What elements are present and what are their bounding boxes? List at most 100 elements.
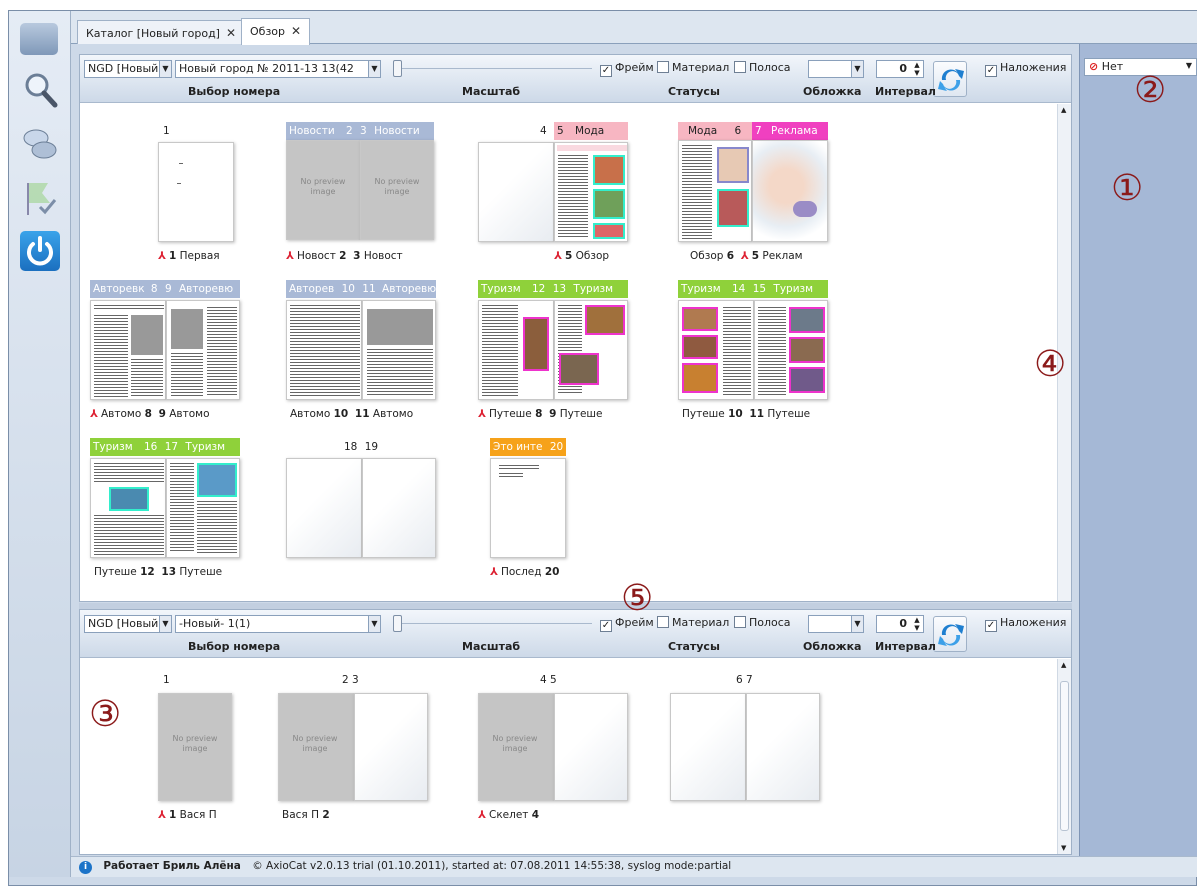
page-thumbnail[interactable] (752, 140, 828, 242)
refresh-button[interactable] (933, 61, 967, 97)
page-thumbnail[interactable] (286, 300, 362, 400)
chevron-down-icon[interactable]: ▼ (368, 61, 380, 77)
refresh-button[interactable] (933, 616, 967, 652)
page-thumbnail[interactable] (678, 300, 754, 400)
checkbox-box[interactable] (657, 61, 669, 73)
slider-knob[interactable] (393, 615, 402, 632)
page-thumbnail[interactable] (90, 458, 166, 558)
pdf-icon[interactable]: ⅄ (741, 250, 749, 262)
page-thumbnail[interactable]: No preview image (478, 693, 554, 801)
vertical-scrollbar[interactable]: ▲ ▼ (1057, 659, 1071, 854)
checkbox-box[interactable] (734, 61, 746, 73)
pdf-icon[interactable]: ⅄ (490, 566, 498, 578)
chevron-down-icon[interactable]: ▼ (159, 61, 171, 77)
page-thumbnail[interactable] (490, 458, 566, 558)
pdf-icon[interactable]: ⅄ (478, 809, 486, 821)
scroll-up-icon[interactable]: ▲ (1061, 661, 1066, 669)
pdf-icon[interactable]: ⅄ (90, 408, 98, 420)
issue-select[interactable]: -Новый- 1(1) ▼ (175, 615, 381, 633)
page-thumbnail[interactable] (354, 693, 428, 801)
chevron-down-icon[interactable]: ▼ (159, 616, 171, 632)
close-icon[interactable]: ✕ (291, 24, 301, 38)
scroll-up-icon[interactable]: ▲ (1061, 106, 1066, 114)
page-thumbnail[interactable] (554, 693, 628, 801)
catalog-icon[interactable] (20, 23, 58, 55)
page-thumbnail[interactable] (286, 458, 362, 558)
close-icon[interactable]: ✕ (226, 26, 236, 40)
page-thumbnail[interactable] (478, 300, 554, 400)
pdf-icon[interactable]: ⅄ (158, 250, 166, 262)
scroll-down-icon[interactable]: ▼ (1061, 844, 1066, 852)
spread-1[interactable]: 1 No preview image ⅄ 1 Вася П (158, 671, 238, 841)
scroll-thumb[interactable] (1060, 681, 1069, 831)
chat-icon[interactable] (20, 124, 60, 164)
page-thumbnail[interactable] (746, 693, 820, 801)
status-select[interactable]: ▼ (808, 615, 864, 633)
page-thumbnail[interactable] (554, 300, 628, 400)
page-thumbnail[interactable] (90, 300, 166, 400)
spread-10-11[interactable]: Авторев 10 11 Авторевю Автомо 10 11 Авто… (286, 280, 438, 430)
status-select[interactable]: ▼ (808, 60, 864, 78)
strip-checkbox[interactable]: Полоса (734, 616, 791, 629)
page-thumbnail[interactable] (166, 458, 240, 558)
pdf-icon[interactable]: ⅄ (158, 809, 166, 821)
page-thumbnail[interactable] (478, 142, 554, 242)
pdf-icon[interactable]: ⅄ (478, 408, 486, 420)
interval-spinner[interactable]: 0 ▲ ▼ (876, 60, 924, 78)
chevron-down-icon[interactable]: ▼ (1186, 61, 1192, 70)
page-thumbnail[interactable]: No preview image (360, 140, 434, 240)
page-thumbnail[interactable] (670, 693, 746, 801)
slider-knob[interactable] (393, 60, 402, 77)
spread-8-9[interactable]: Авторевк 8 9 Авторевю ⅄Автомо 8 9 Автом (90, 280, 242, 430)
chevron-down-icon[interactable]: ▼ (368, 616, 380, 632)
search-icon[interactable] (20, 69, 60, 109)
page-thumbnail[interactable]: No preview image (278, 693, 354, 801)
checkbox-box[interactable]: ✓ (600, 65, 612, 77)
tab-catalog[interactable]: Каталог [Новый город] ✕ (77, 20, 246, 44)
spread-2-3[interactable]: Новости 2 3 Новости No preview image No … (286, 122, 436, 272)
edition-select[interactable]: NGD [Новый г ▼ (84, 615, 172, 633)
page-thumbnail[interactable] (166, 300, 240, 400)
spin-arrows-icon[interactable]: ▲ ▼ (911, 61, 923, 77)
page-thumbnail[interactable] (362, 300, 436, 400)
interval-spinner[interactable]: 0 ▲ ▼ (876, 615, 924, 633)
checkbox-box[interactable]: ✓ (985, 620, 997, 632)
tab-overview[interactable]: Обзор ✕ (241, 18, 311, 45)
chevron-down-icon[interactable]: ▼ (851, 616, 863, 632)
checkbox-box[interactable] (657, 616, 669, 628)
spread-1[interactable]: 1 ⅄ 1 Первая (158, 122, 238, 272)
frame-checkbox[interactable]: ✓ Фрейм (600, 61, 654, 77)
checkbox-box[interactable]: ✓ (985, 65, 997, 77)
page-thumbnail[interactable]: No preview image (286, 140, 360, 240)
edition-select[interactable]: NGD [Новый г ▼ (84, 60, 172, 78)
pdf-icon[interactable]: ⅄ (554, 250, 562, 262)
issue-select[interactable]: Новый город № 2011-13 13(42 ▼ (175, 60, 381, 78)
spread-18-19[interactable]: 18 19 (286, 438, 438, 588)
power-icon[interactable] (20, 231, 60, 271)
spread-20[interactable]: Это инте 20 ⅄ Послед 20 (490, 438, 570, 588)
material-checkbox[interactable]: Материал (657, 61, 729, 74)
spread-4-5[interactable]: 4 5 Мода ⅄ 5 Обзор (478, 122, 630, 272)
spin-arrows-icon[interactable]: ▲ ▼ (911, 616, 923, 632)
overlays-checkbox[interactable]: ✓ Наложения (985, 61, 1066, 77)
checkbox-box[interactable]: ✓ (600, 620, 612, 632)
overlays-checkbox[interactable]: ✓ Наложения (985, 616, 1066, 632)
spread-12-13[interactable]: Туризм 12 13 Туризм ⅄ Путеше 8 9 Путеше (478, 280, 630, 430)
pdf-icon[interactable]: ⅄ (286, 250, 294, 262)
page-thumbnail[interactable] (678, 140, 752, 242)
slider-track[interactable] (402, 68, 592, 69)
strip-checkbox[interactable]: Полоса (734, 61, 791, 74)
page-thumbnail[interactable] (362, 458, 436, 558)
spread-14-15[interactable]: Туризм 14 15 Туризм Путеше 10 11 Путеше (678, 280, 830, 430)
page-thumbnail[interactable] (754, 300, 828, 400)
spread-16-17[interactable]: Туризм 16 17 Туризм Путеше 12 13 Путеше (90, 438, 242, 588)
page-thumbnail[interactable] (554, 142, 628, 242)
page-thumbnail[interactable]: No preview image (158, 693, 232, 801)
chevron-down-icon[interactable]: ▼ (851, 61, 863, 77)
scale-slider[interactable] (393, 615, 593, 633)
spread-4-5[interactable]: 4 5 No preview image ⅄ Скелет 4 (478, 671, 630, 841)
material-checkbox[interactable]: Материал (657, 616, 729, 629)
checkflag-icon[interactable] (20, 179, 60, 219)
spread-6-7[interactable]: 6 7 (670, 671, 822, 841)
scale-slider[interactable] (393, 60, 593, 78)
